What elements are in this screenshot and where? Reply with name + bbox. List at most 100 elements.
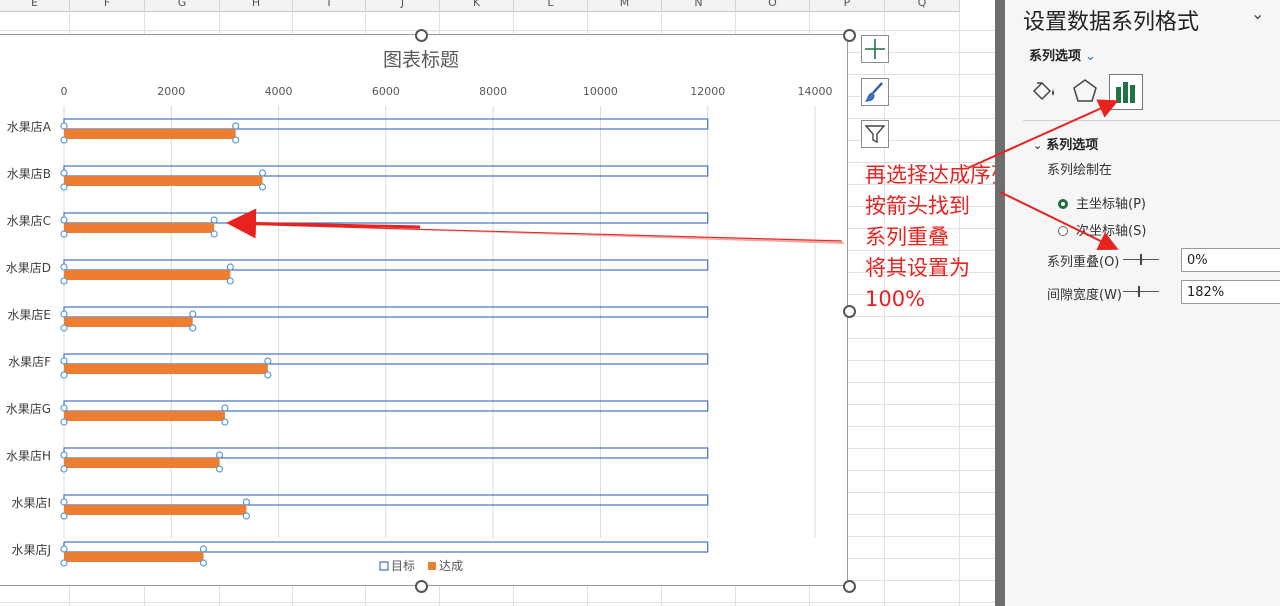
selection-handle [226,263,234,271]
selection-handle [60,371,68,379]
legend-swatch-achieved [428,562,436,570]
tab-divider [1023,120,1280,121]
category-label: 水果店A [7,120,52,134]
series-options-section-header[interactable]: ⌄ 系列选项 [1033,134,1098,153]
series-options-label: 系列选项 [1029,49,1082,64]
series-options-dropdown[interactable]: 系列选项 ⌄ [1029,45,1096,64]
gap-width-input[interactable] [1181,280,1280,304]
secondary-axis-radio[interactable]: 次坐标轴(S) [1058,220,1146,239]
legend-label-achieved: 达成 [439,559,463,573]
chart-elements-button[interactable] [861,35,889,63]
category-label: 水果店H [6,449,51,463]
chart-filter-button[interactable] [861,120,889,148]
selection-handle [60,263,68,271]
resize-handle-bottom[interactable] [415,580,428,593]
selection-handle [226,277,234,285]
selection-handle [215,451,224,459]
selection-handle [60,122,68,130]
bar-chart-icon [1116,82,1135,103]
pane-options-chevron-icon[interactable]: ⌄ [1251,4,1264,23]
column-header-l[interactable]: L [514,0,588,12]
format-data-series-pane: 设置数据系列格式 ⌄ 系列选项 ⌄ ⌄ 系列选项 系列绘制在 主坐标轴(P) 次坐标… [1005,0,1280,606]
resize-handle-top[interactable] [415,29,428,42]
annotation-line: 系列重叠 [865,225,949,249]
slider-knob[interactable] [1138,286,1140,297]
column-header-i[interactable]: I [293,0,366,12]
slider-knob[interactable] [1140,254,1142,265]
achieved-bar [64,364,268,374]
chevron-down-icon: ⌄ [1085,49,1096,64]
selection-handle [60,169,68,177]
column-header-e[interactable]: E [0,0,70,12]
resize-handle-bottom-right[interactable] [843,580,856,593]
chart-title: 图表标题 [383,49,459,71]
x-tick-label: 4000 [265,85,293,98]
primary-axis-label: 主坐标轴(P) [1076,197,1146,212]
column-header-m[interactable]: M [588,0,662,12]
column-header-p[interactable]: P [810,0,885,12]
selection-handle [60,545,68,553]
bar-chart[interactable]: 图表标题 0 2000 4000 6000 8000 10000 12000 14000 水果店A… [0,34,848,586]
achieved-bar [64,411,225,421]
x-tick-label: 0 [61,85,68,98]
radio-unselected-icon [1058,226,1068,236]
selection-handle [210,216,218,224]
column-header-o[interactable]: O [736,0,810,12]
category-label: 水果店E [7,308,51,322]
x-tick-label: 6000 [372,85,400,98]
tab-series-options[interactable] [1109,74,1143,110]
selection-handle [258,183,267,191]
column-header-h[interactable]: H [220,0,293,12]
column-header-n[interactable]: N [662,0,736,12]
selection-handle [189,324,197,332]
selection-handle [60,404,68,412]
x-tick-label: 8000 [479,85,507,98]
achieved-bar [64,505,247,515]
vertical-scrollbar[interactable] [995,0,1005,606]
column-header-f[interactable]: F [70,0,145,12]
selection-handle [60,357,68,365]
category-label: 水果店D [6,261,51,275]
category-label: 水果店C [7,214,51,228]
series-overlap-input[interactable] [1181,248,1280,272]
column-header-q[interactable]: Q [885,0,960,12]
selection-handle [215,465,224,473]
chart-canvas: 图表标题 0 2000 4000 6000 8000 10000 12000 14000 水果店A… [6,49,833,573]
selection-handle [221,404,229,412]
resize-handle-right[interactable] [843,305,856,318]
column-header-g[interactable]: G [145,0,220,12]
selection-handle [60,277,68,285]
primary-axis-radio[interactable]: 主坐标轴(P) [1058,193,1146,212]
gap-width-slider[interactable] [1123,286,1159,297]
radio-selected-icon [1058,199,1068,209]
chart-styles-button[interactable] [861,78,889,106]
resize-handle-top-right[interactable] [843,29,856,42]
selection-handle [60,559,68,567]
series-overlap-slider[interactable] [1123,254,1159,265]
plus-icon [865,39,885,59]
collapse-chevron-icon: ⌄ [1033,139,1043,152]
selection-handle [264,371,272,379]
legend-swatch-target [379,561,389,571]
brush-icon [864,82,883,102]
annotation-line: 按箭头找到 [865,194,970,218]
selection-handle [264,357,272,365]
column-header-k[interactable]: K [440,0,514,12]
section-title: 系列选项 [1046,138,1099,153]
spreadsheet-grid[interactable]: EFGHIJKLMNOPQ 图表标题 0 2000 4000 6000 8000 10000… [0,0,995,606]
achieved-bar [64,317,193,327]
selection-handle [242,498,250,506]
selection-handle [199,545,208,553]
achieved-bar [64,129,236,139]
category-label: 水果店J [11,543,51,557]
category-label: 水果店G [6,402,51,416]
tab-fill-line[interactable] [1025,74,1059,110]
column-header-j[interactable]: J [366,0,440,12]
tab-effects[interactable] [1068,74,1102,110]
plot-series-on-label: 系列绘制在 [1047,163,1113,178]
x-tick-label: 12000 [690,85,725,98]
selection-handle [60,465,68,473]
x-tick-label: 14000 [798,85,833,98]
legend-label-target: 目标 [391,559,415,573]
x-tick-label: 2000 [157,85,185,98]
